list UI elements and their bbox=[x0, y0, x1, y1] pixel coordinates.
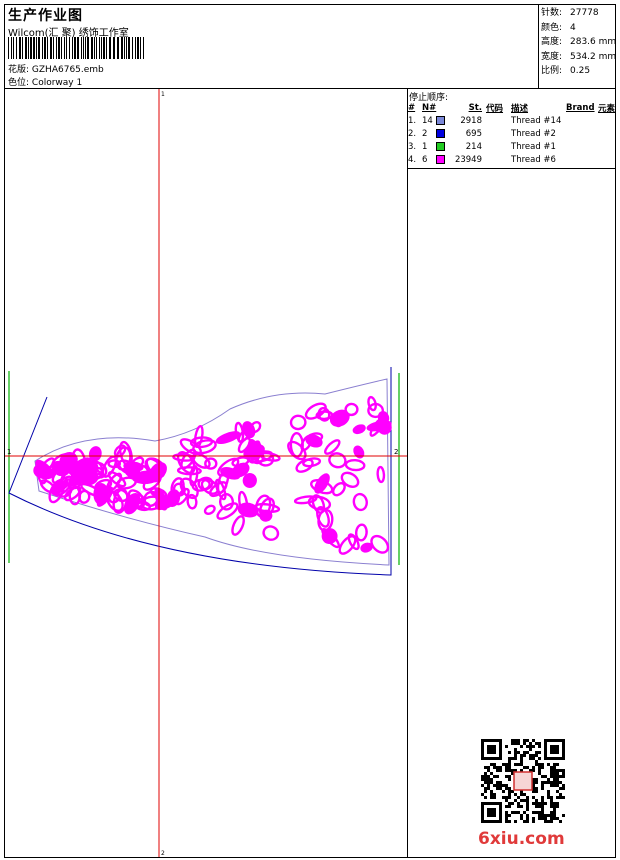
table-row: 1. 14 2918 Thread #14 bbox=[408, 115, 562, 126]
petal-shape bbox=[352, 492, 368, 512]
petal-shape bbox=[203, 504, 216, 515]
color-swatch bbox=[436, 128, 446, 138]
petal-shape bbox=[123, 493, 141, 515]
thread-table: # N# St. 代码 描述 Brand 元素 1. 14 2918 Threa… bbox=[408, 101, 620, 166]
thread-table-header: # N# St. 代码 描述 Brand 元素 bbox=[408, 101, 620, 114]
col-desc: 描述 bbox=[511, 103, 529, 114]
petal-shape bbox=[344, 458, 366, 472]
col-brand: Brand bbox=[566, 102, 595, 113]
color-swatch bbox=[435, 115, 445, 125]
table-divider bbox=[407, 168, 616, 169]
spec-row-scale: 比例: 0.25 bbox=[541, 66, 591, 77]
petal-shape bbox=[262, 525, 280, 541]
barcode-image bbox=[8, 37, 144, 59]
axis-mark-bottom: 2 bbox=[161, 850, 165, 857]
design-label: 花版: bbox=[8, 65, 30, 75]
specs-divider bbox=[538, 4, 539, 88]
panel-divider bbox=[407, 88, 408, 858]
colorway-label: 色位: bbox=[8, 78, 30, 88]
axis-mark-right: 2 bbox=[394, 448, 398, 456]
petal-shape bbox=[329, 409, 350, 427]
petal-shape bbox=[360, 542, 373, 553]
spec-row-height: 高度: 283.6 mm bbox=[541, 37, 617, 48]
petal-shape bbox=[33, 463, 50, 479]
axis-mark-top: 1 bbox=[161, 91, 165, 98]
table-row: 4. 6 23949 Thread #6 bbox=[408, 154, 556, 165]
specs-panel: 针数: 27778 颜色: 4 高度: 283.6 mm 宽度: 534.2 mm 比例… bbox=[541, 6, 616, 79]
petal-shape bbox=[340, 471, 360, 488]
colorway-value: Colorway 1 bbox=[31, 78, 83, 88]
embroidery-preview: 1 2 1 2 bbox=[5, 89, 407, 857]
petal-shape bbox=[289, 414, 307, 431]
petal-shape bbox=[93, 483, 109, 506]
col-code: 代码 bbox=[486, 103, 504, 114]
col-num: # bbox=[408, 102, 416, 113]
petal-shape bbox=[249, 421, 262, 434]
petal-shape bbox=[88, 446, 102, 462]
table-row: 3. 1 214 Thread #1 bbox=[408, 141, 556, 152]
petal-shape bbox=[317, 406, 331, 422]
spec-row-colors: 颜色: 4 bbox=[541, 22, 576, 33]
color-swatch bbox=[436, 141, 446, 151]
floral-pattern bbox=[33, 395, 392, 555]
qr-code-image bbox=[481, 739, 565, 823]
page-title: 生产作业图 bbox=[8, 8, 83, 24]
col-st: St. bbox=[468, 102, 482, 113]
colorway: 色位: Colorway 1 bbox=[8, 75, 82, 88]
petal-shape bbox=[354, 523, 368, 542]
watermark-logo: 6xiu.com bbox=[478, 829, 565, 849]
spec-row-stitches: 针数: 27778 bbox=[541, 8, 599, 18]
petal-shape bbox=[231, 515, 245, 536]
color-swatch bbox=[436, 154, 446, 164]
table-row: 2. 2 695 Thread #2 bbox=[408, 128, 556, 139]
design-value: GZHA6765.emb bbox=[31, 65, 104, 75]
petal-shape bbox=[204, 457, 218, 470]
axis-mark-left: 1 bbox=[7, 448, 11, 456]
petal-shape bbox=[376, 465, 386, 484]
petal-shape bbox=[347, 533, 360, 551]
petal-shape bbox=[352, 424, 366, 435]
design-file: 花版: GZHA6765.emb bbox=[8, 62, 104, 75]
petal-shape bbox=[328, 452, 347, 469]
spec-row-width: 宽度: 534.2 mm bbox=[541, 51, 617, 62]
col-n: N# bbox=[422, 102, 437, 113]
col-elem: 元素 bbox=[598, 103, 616, 114]
petal-shape bbox=[353, 445, 365, 459]
